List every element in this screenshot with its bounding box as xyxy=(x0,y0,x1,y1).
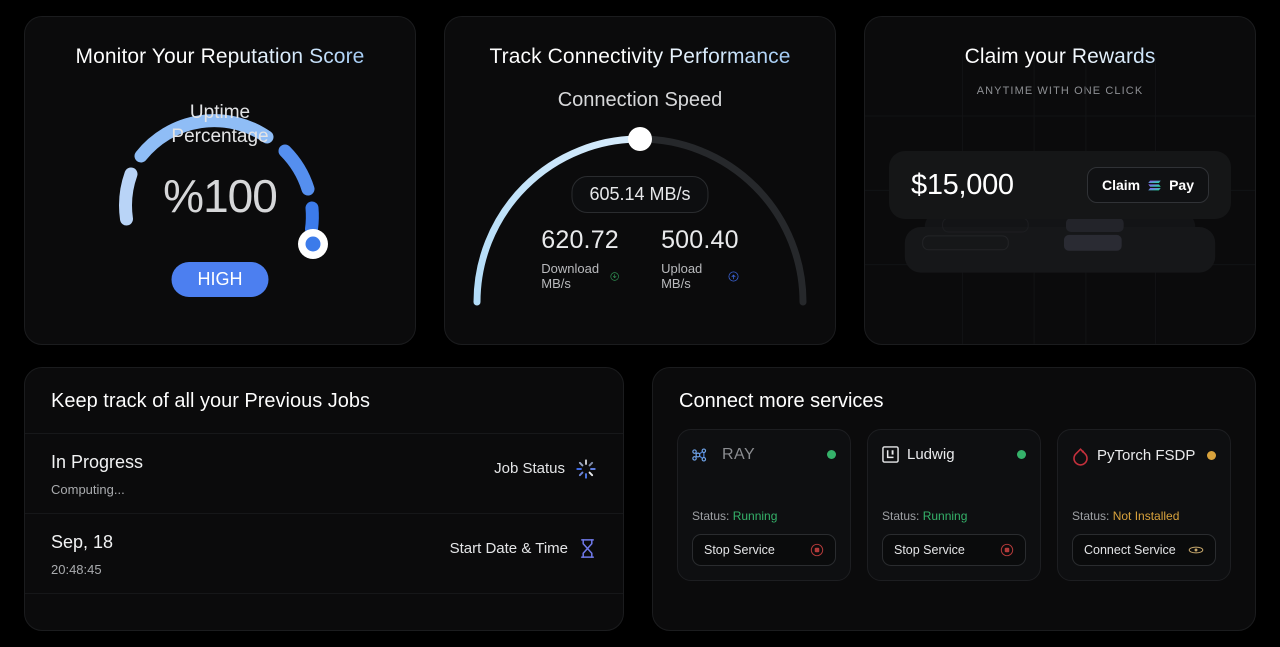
pay-button-label: Pay xyxy=(1169,177,1194,193)
rewards-card: Claim your Rewards ANYTIME WITH ONE CLIC… xyxy=(864,16,1256,345)
previous-jobs-card: Keep track of all your Previous Jobs In … xyxy=(24,366,624,631)
bottom-card-row: Keep track of all your Previous Jobs In … xyxy=(24,366,1256,631)
download-value: 620.72 xyxy=(541,226,619,254)
job-row-left: In Progress Computing... xyxy=(51,452,143,497)
services-card-title: Connect more services xyxy=(679,389,884,412)
reward-amount: $15,000 xyxy=(911,168,1014,201)
services-grid: RAY Status: Running Stop Service Ludwig … xyxy=(653,421,1255,581)
service-header-ludwig: Ludwig xyxy=(882,446,1026,463)
reputation-card-title: Monitor Your Reputation Score xyxy=(25,17,415,69)
download-circle-icon xyxy=(610,271,619,281)
service-header-pytorch: PyTorch FSDP xyxy=(1072,446,1216,466)
uptime-gauge-svg xyxy=(119,114,328,259)
table-row[interactable]: Sep, 18 20:48:45 Start Date & Time xyxy=(25,514,623,594)
job-start-time: 20:48:45 xyxy=(51,561,102,577)
service-status-ray: Status: Running xyxy=(692,509,836,523)
stop-service-button-ray[interactable]: Stop Service xyxy=(692,533,836,566)
service-card-ray[interactable]: RAY Status: Running Stop Service xyxy=(677,428,851,581)
connect-services-card: Connect more services RAY Status: Runnin… xyxy=(652,366,1256,631)
service-name-pytorch-fsdp: PyTorch FSDP xyxy=(1097,447,1196,465)
service-status-prefix: Status: xyxy=(692,508,730,523)
service-status-dot-ray xyxy=(827,450,836,460)
table-row[interactable]: In Progress Computing... Job Status xyxy=(25,434,623,514)
connect-service-label-pytorch: Connect Service xyxy=(1084,542,1176,557)
ray-logo-icon xyxy=(692,448,707,462)
stop-circle-icon xyxy=(810,543,824,557)
reputation-score-card: Monitor Your Reputation Score Uptime Per… xyxy=(24,16,416,345)
reward-amount-panel: $15,000 Claim Pay xyxy=(889,151,1231,219)
job-row-left: Sep, 18 20:48:45 xyxy=(51,532,113,577)
service-card-pytorch-fsdp[interactable]: PyTorch FSDP Status: Not Installed Conne… xyxy=(1057,428,1231,581)
ludwig-logo-icon xyxy=(882,446,899,463)
claim-button-label: Claim xyxy=(1101,177,1141,193)
stop-service-button-ludwig[interactable]: Stop Service xyxy=(882,533,1026,566)
status-badge: HIGH xyxy=(171,262,269,297)
speed-stats: 620.72 Download MB/s 500.40 Upload MB/s xyxy=(541,226,739,291)
claim-pay-button[interactable]: Claim Pay xyxy=(1086,167,1209,203)
jobs-card-title: Keep track of all your Previous Jobs xyxy=(25,368,623,434)
service-card-ludwig[interactable]: Ludwig Status: Running Stop Service xyxy=(867,428,1041,581)
upload-label: Upload MB/s xyxy=(661,261,703,291)
connection-speed-subtitle: Connection Speed xyxy=(557,89,723,111)
upload-stat: 500.40 Upload MB/s xyxy=(661,226,739,291)
stop-circle-icon xyxy=(1000,543,1014,557)
service-status-prefix: Status: xyxy=(882,508,920,523)
job-status-value: In Progress xyxy=(51,451,144,472)
upload-circle-icon xyxy=(728,271,739,281)
spinner-icon xyxy=(576,459,596,479)
service-status-dot-ludwig xyxy=(1017,449,1026,459)
service-status-pytorch: Status: Not Installed xyxy=(1072,509,1216,523)
top-card-row: Monitor Your Reputation Score Uptime Per… xyxy=(24,16,1256,345)
pytorch-logo-icon xyxy=(1073,447,1088,466)
service-status-value-pytorch: Not Installed xyxy=(1112,508,1180,523)
job-status-label: Job Status xyxy=(494,460,565,478)
speed-knob-icon xyxy=(628,127,652,151)
job-status-detail: Computing... xyxy=(51,481,125,497)
service-status-ludwig: Status: Running xyxy=(882,509,1026,523)
service-status-prefix: Status: xyxy=(1072,508,1110,523)
download-label: Download MB/s xyxy=(541,261,600,291)
speed-gauge: 605.14 MB/s 620.72 Download MB/s 500.40 … xyxy=(445,112,835,312)
solana-pay-icon xyxy=(1148,180,1161,190)
service-status-value-ray: Running xyxy=(732,508,778,523)
job-row-right: Job Status xyxy=(494,452,597,480)
uptime-gauge: Uptime Percentage %100 HIGH xyxy=(25,71,415,301)
connectivity-card-title: Track Connectivity Performance xyxy=(445,17,835,69)
connectivity-card: Track Connectivity Performance Connectio… xyxy=(444,16,836,345)
job-start-date: Sep, 18 xyxy=(51,531,114,552)
service-header-ray: RAY xyxy=(692,446,836,464)
service-name-ludwig: Ludwig xyxy=(907,445,955,463)
connect-service-button-pytorch[interactable]: Connect Service xyxy=(1072,533,1216,566)
current-speed-pill: 605.14 MB/s xyxy=(571,176,709,213)
stop-service-label-ludwig: Stop Service xyxy=(894,542,965,557)
upload-value: 500.40 xyxy=(661,226,739,254)
service-name-ray: RAY xyxy=(722,445,756,463)
download-stat: 620.72 Download MB/s xyxy=(541,226,619,291)
dashboard-root: Monitor Your Reputation Score Uptime Per… xyxy=(0,0,1280,647)
hourglass-icon xyxy=(581,539,594,558)
job-row-right: Start Date & Time xyxy=(450,532,597,559)
stop-service-label-ray: Stop Service xyxy=(704,542,775,557)
service-status-value-ludwig: Running xyxy=(922,508,968,523)
job-start-label: Start Date & Time xyxy=(449,539,568,557)
service-status-dot-pytorch xyxy=(1207,451,1216,461)
link-icon xyxy=(1188,546,1204,554)
